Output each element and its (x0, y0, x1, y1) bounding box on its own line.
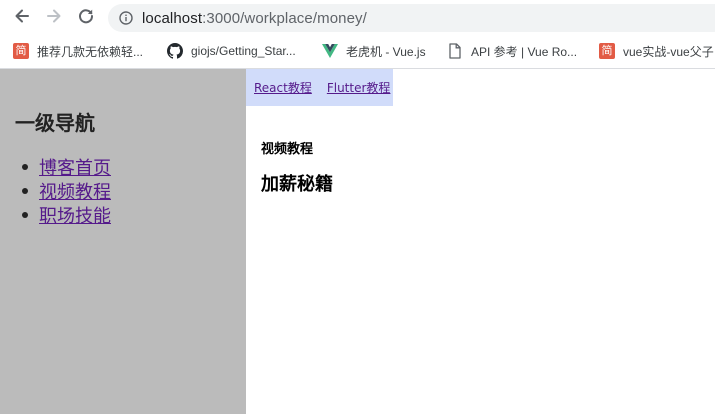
bookmark-item[interactable]: 老虎机 - Vue.js (322, 40, 426, 62)
arrow-left-icon (13, 7, 31, 29)
tab-flutter[interactable]: Flutter教程 (327, 79, 391, 96)
bookmark-item[interactable]: giojs/Getting_Star... (167, 40, 296, 62)
sidebar-link[interactable]: 博客首页 (39, 154, 111, 180)
bookmark-label: vue实战-vue父子 (623, 44, 714, 59)
back-button[interactable] (11, 7, 33, 29)
content-subtitle: 视频教程 (261, 142, 314, 157)
info-icon[interactable] (119, 11, 133, 25)
sidebar-nav: 博客首页 视频教程 职场技能 (22, 155, 111, 227)
sidebar-link[interactable]: 视频教程 (39, 178, 111, 204)
sidebar-item-blog-home: 博客首页 (22, 155, 111, 179)
bookmark-item[interactable]: API 参考 | Vue Ro... (447, 40, 577, 62)
bookmark-label: 老虎机 - Vue.js (346, 44, 426, 59)
sidebar: 一级导航 博客首页 视频教程 职场技能 (0, 69, 246, 414)
sub-nav: React教程 Flutter教程 (246, 69, 393, 106)
sidebar-link[interactable]: 职场技能 (39, 202, 111, 228)
bookmark-label: giojs/Getting_Star... (191, 44, 296, 58)
url-path: :3000/workplace/money/ (202, 9, 367, 27)
github-icon (167, 43, 183, 59)
bullet-icon (22, 212, 28, 218)
vue-icon (322, 43, 338, 59)
browser-chrome: localhost:3000/workplace/money/ 简 推荐几款无依… (0, 0, 715, 69)
document-icon (447, 43, 463, 59)
bullet-icon (22, 164, 28, 170)
bookmarks-bar: 简 推荐几款无依赖轻... giojs/Getting_Star... 老虎机 … (0, 36, 715, 66)
bullet-icon (22, 188, 28, 194)
tab-react[interactable]: React教程 (254, 79, 312, 96)
sidebar-item-career-skills: 职场技能 (22, 203, 111, 227)
bookmark-item[interactable]: 简 vue实战-vue父子 (599, 40, 714, 62)
address-bar[interactable]: localhost:3000/workplace/money/ (108, 4, 715, 32)
forward-button[interactable] (43, 7, 65, 29)
bookmark-label: 推荐几款无依赖轻... (37, 44, 144, 59)
arrow-right-icon (45, 7, 63, 29)
jian-icon: 简 (13, 43, 29, 59)
page-content: 一级导航 博客首页 视频教程 职场技能 React教程 Flutter教程 视频… (0, 69, 715, 414)
bookmark-label: API 参考 | Vue Ro... (471, 44, 578, 59)
sidebar-item-video-tutorials: 视频教程 (22, 179, 111, 203)
jian-icon: 简 (599, 43, 615, 59)
reload-icon (77, 7, 95, 29)
content-title: 加薪秘籍 (261, 174, 333, 195)
reload-button[interactable] (75, 7, 97, 29)
bookmark-item[interactable]: 简 推荐几款无依赖轻... (13, 40, 143, 62)
sidebar-title: 一级导航 (15, 111, 95, 135)
url-host: localhost (142, 9, 203, 27)
